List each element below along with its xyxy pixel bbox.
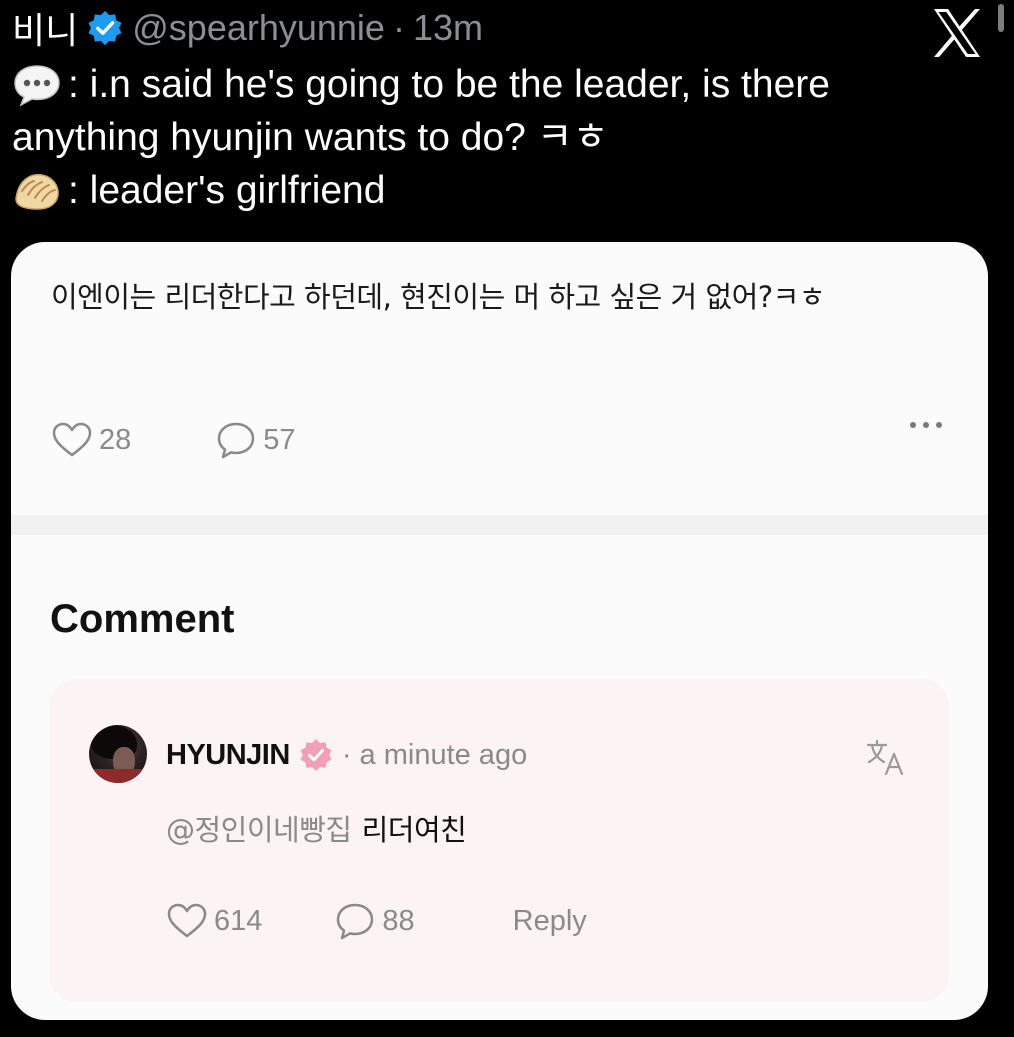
comment-bubble-icon [337,903,374,940]
post-comment-count: 57 [263,423,296,456]
comment-section-title: Comment [50,597,235,641]
section-divider [11,515,988,535]
comment-actions: 614 88 Reply [166,901,587,941]
tweet-line-text: anything hyunjin wants to do? ㅋㅎ [12,116,609,159]
scrollbar[interactable] [998,4,1004,32]
separator-dot: · [392,7,405,48]
comment-item: HYUNJIN · a minute ago @정인이네빵집 리더여친 614 [49,679,949,1002]
comment-replies-button[interactable]: 88 [334,901,415,941]
post-actions: 28 57 [51,420,296,460]
display-name[interactable]: 비니 [12,2,78,54]
comment-body: 리더여친 [361,813,467,847]
tweet-header: 비니 @spearhyunnie · 13m [12,6,483,52]
comment-text: @정인이네빵집 리더여친 [166,807,467,849]
tweet-line-text: : i.n said he's going to be the leader, … [68,63,830,106]
x-logo-icon[interactable] [930,6,984,60]
tweet-line-3: : leader's girlfriend [12,164,992,217]
comment-like-button[interactable]: 614 [166,901,262,941]
embedded-post-card[interactable]: 이엔이는 리더한다고 하던데, 현진이는 머 하고 싶은 거 없어?ㅋㅎ 28 … [11,242,988,1020]
heart-icon [167,903,207,938]
more-options-button[interactable] [910,422,942,428]
comment-like-count: 614 [214,904,263,937]
speech-bubble-icon [14,64,60,107]
avatar[interactable] [89,725,147,783]
more-dot [910,422,916,428]
verified-badge-icon [88,10,122,46]
handle[interactable]: @spearhyunnie [132,7,385,49]
artist-badge-icon [300,739,332,771]
more-dot [936,422,942,428]
comment-mention[interactable]: @정인이네빵집 [166,807,352,849]
reply-button[interactable]: Reply [513,905,587,938]
comment-author[interactable]: HYUNJIN [166,739,290,772]
post-like-count: 28 [99,423,132,456]
heart-icon [52,422,92,457]
more-dot [923,422,929,428]
avatar-shirt [89,769,147,783]
post-like-button[interactable]: 28 [51,420,131,460]
comment-bubble-icon [218,422,255,459]
post-comment-button[interactable]: 57 [215,420,296,460]
tweet-text: : i.n said he's going to be the leader, … [12,58,992,217]
post-text: 이엔이는 리더한다고 하던데, 현진이는 머 하고 싶은 거 없어?ㅋㅎ [51,280,826,314]
comment-time: · a minute ago [341,738,528,771]
tweet-line-1: : i.n said he's going to be the leader, … [12,58,992,111]
tweet-line-2: anything hyunjin wants to do? ㅋㅎ [12,111,992,164]
tweet-time[interactable]: 13m [413,7,483,49]
dumpling-icon [15,173,59,210]
translate-icon[interactable] [865,737,905,777]
tweet-line-text: : leader's girlfriend [68,169,386,212]
comment-meta: HYUNJIN · a minute ago [166,735,527,775]
comment-reply-count: 88 [382,904,415,937]
